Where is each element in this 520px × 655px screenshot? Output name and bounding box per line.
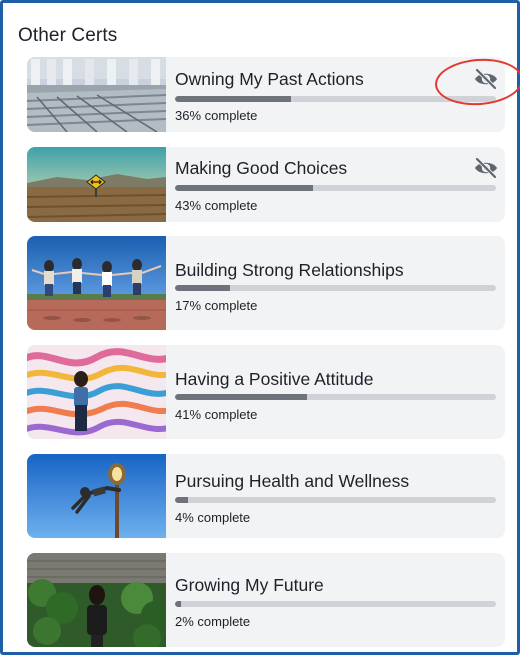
progress-bar [175, 601, 496, 607]
progress-fill [175, 96, 291, 102]
progress-text: 41% complete [175, 407, 258, 422]
cert-title: Pursuing Health and Wellness [175, 471, 410, 491]
cert-card-owning-my-past-actions[interactable]: Owning My Past Actions 36% complete [27, 57, 505, 132]
cert-card-building-strong-relationships[interactable]: Building Strong Relationships 17% comple… [27, 236, 505, 330]
progress-bar [175, 394, 496, 400]
cert-card-pursuing-health-and-wellness[interactable]: Pursuing Health and Wellness 4% complete [27, 454, 505, 538]
building-columns-photo [27, 57, 166, 132]
progress-fill [175, 394, 307, 400]
friends-jumping-photo [27, 236, 166, 330]
hide-eye-icon[interactable] [473, 157, 499, 179]
cert-title: Making Good Choices [175, 158, 348, 178]
progress-text: 36% complete [175, 108, 258, 123]
cert-title: Having a Positive Attitude [175, 369, 374, 389]
cert-card-having-a-positive-attitude[interactable]: Having a Positive Attitude 41% complete [27, 345, 505, 439]
desert-road-sign-photo [27, 147, 166, 222]
cert-title: Building Strong Relationships [175, 260, 404, 280]
progress-text: 2% complete [175, 614, 251, 629]
progress-text: 17% complete [175, 298, 258, 313]
progress-fill [175, 497, 188, 503]
progress-bar [175, 185, 496, 191]
progress-fill [175, 285, 230, 291]
cert-title: Growing My Future [175, 575, 324, 595]
progress-bar [175, 497, 496, 503]
cert-title: Owning My Past Actions [175, 69, 364, 89]
progress-text: 4% complete [175, 510, 251, 525]
progress-bar [175, 285, 496, 291]
cert-card-making-good-choices[interactable]: Making Good Choices 43% complete [27, 147, 505, 222]
cert-card-growing-my-future[interactable]: Growing My Future 2% complete [27, 553, 505, 647]
section-title: Other Certs [18, 25, 118, 46]
progress-text: 43% complete [175, 198, 258, 213]
woman-mural-photo [27, 345, 166, 439]
progress-fill [175, 601, 182, 607]
lamp-post-jump-photo [27, 454, 166, 538]
woman-garden-photo [27, 553, 166, 647]
progress-fill [175, 185, 314, 191]
screenshot-frame: Other Certs Owning My Past Actions 36% c… [0, 0, 520, 655]
